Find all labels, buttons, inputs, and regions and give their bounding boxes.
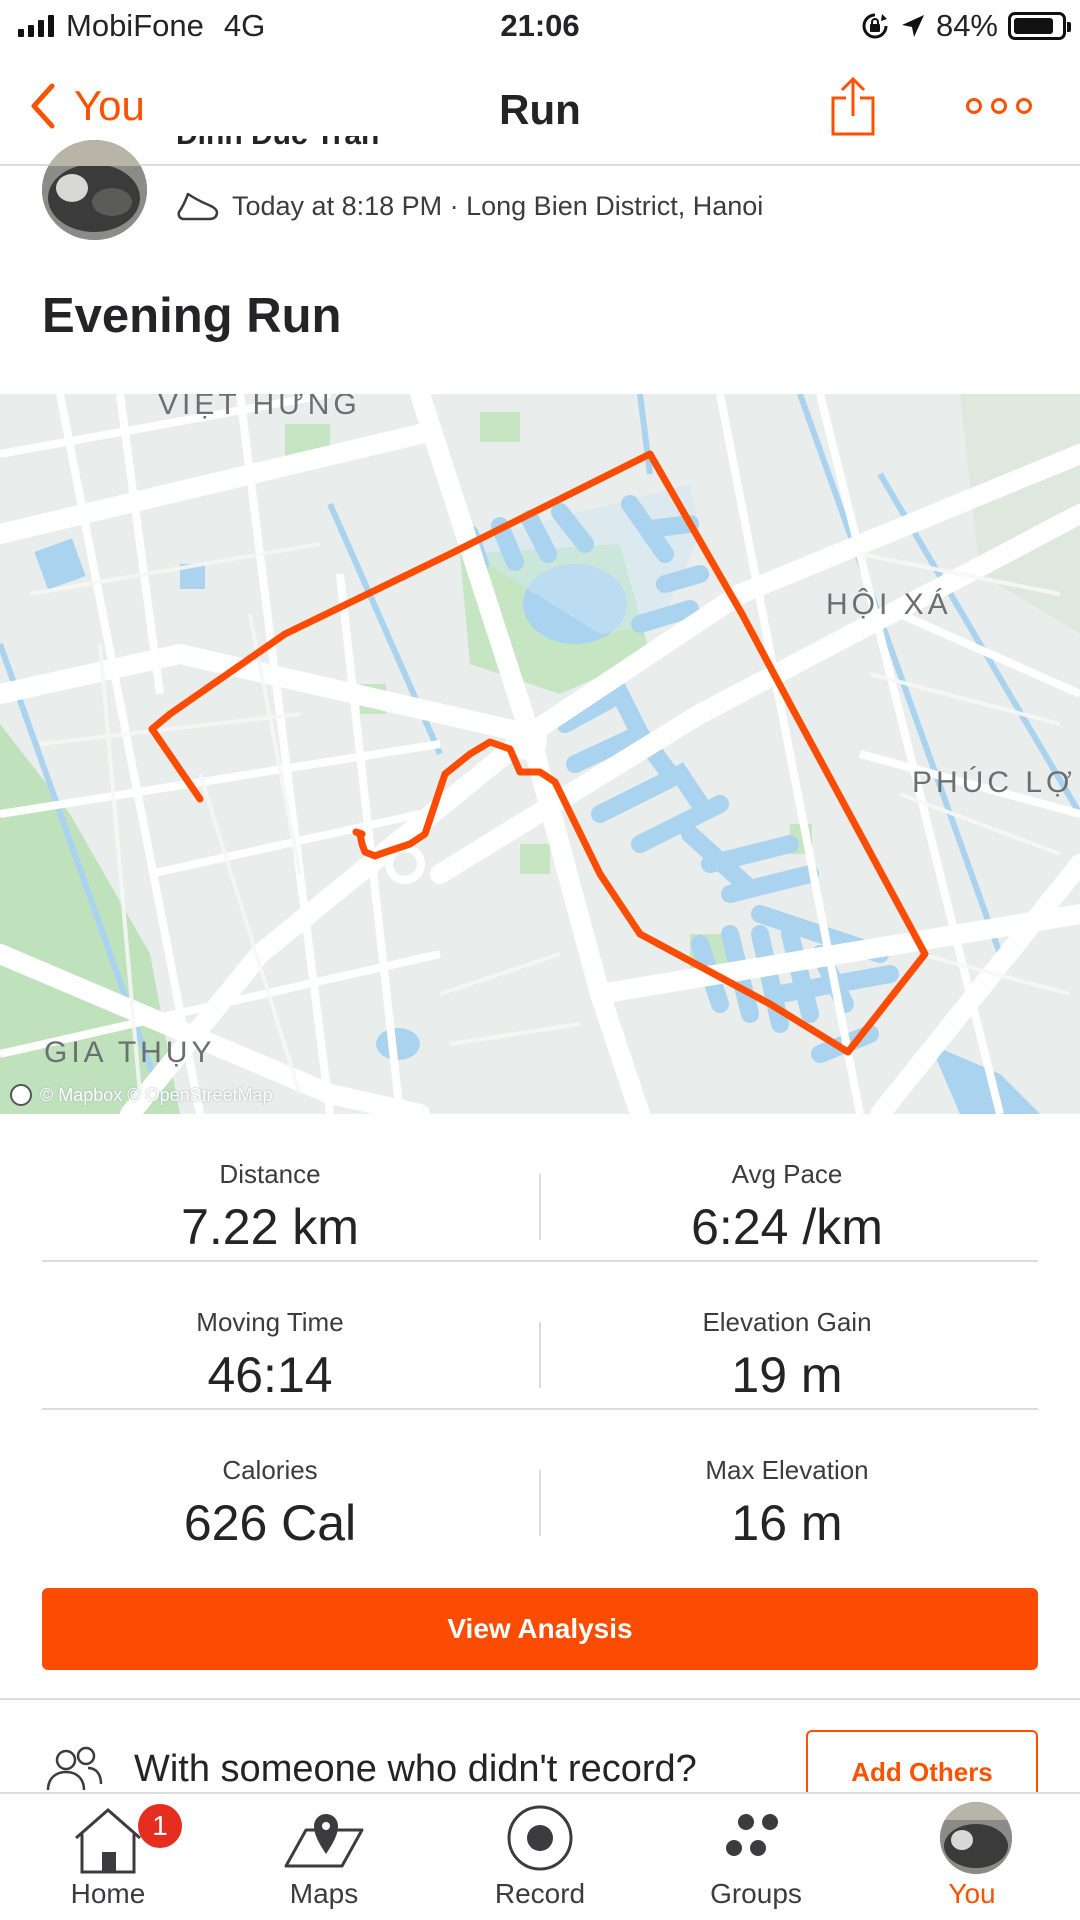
route-map[interactable]: VIỆT HƯNG HỘI XÁ PHÚC LỢ GIA THỤY © Mapb… <box>0 394 1080 1114</box>
share-icon <box>831 76 875 136</box>
tab-groups[interactable]: Groups <box>648 1794 864 1920</box>
status-right: 84% <box>860 8 1071 44</box>
orientation-lock-icon <box>862 13 888 39</box>
stats-grid: Distance 7.22 km Avg Pace 6:24 /km Movin… <box>42 1114 1038 1558</box>
more-icon <box>966 98 982 114</box>
stat-divider <box>539 1470 541 1536</box>
battery-icon <box>1008 12 1071 40</box>
stat-label: Avg Pace <box>731 1159 843 1189</box>
shoe-icon <box>177 192 219 221</box>
stat-value: 626 Cal <box>183 1495 357 1551</box>
notification-badge: 1 <box>138 1804 182 1848</box>
stat-label: Moving Time <box>196 1307 344 1337</box>
stat-label: Elevation Gain <box>702 1307 872 1337</box>
tab-maps[interactable]: Maps <box>216 1794 432 1920</box>
nav-bar: You Run <box>0 54 1080 166</box>
tab-home[interactable]: 1 Home <box>0 1794 216 1920</box>
athlete-avatar[interactable] <box>42 140 147 240</box>
stat-value: 19 m <box>731 1347 843 1403</box>
map-canvas <box>0 394 1080 1114</box>
stat-label: Calories <box>222 1455 318 1485</box>
groups-icon <box>726 1814 778 1856</box>
stat-calories: Calories 626 Cal <box>0 1410 540 1552</box>
activity-meta-text: Today at 8:18 PM · Long Bien District, H… <box>232 190 764 221</box>
map-attribution[interactable]: © Mapbox © OpenStreetMap <box>10 1084 273 1106</box>
stat-divider <box>539 1322 541 1388</box>
share-button[interactable] <box>828 76 878 143</box>
with-someone-prompt: With someone who didn't record? <box>134 1748 697 1790</box>
view-analysis-button[interactable]: View Analysis <box>42 1588 1038 1670</box>
tab-label: Groups <box>710 1878 802 1909</box>
map-label-gia-thuy: GIA THỤY <box>44 1036 216 1069</box>
status-bar: MobiFone 4G 21:06 84% <box>0 0 1080 54</box>
avatar <box>940 1802 1012 1874</box>
stat-distance: Distance 7.22 km <box>0 1114 540 1256</box>
activity-meta: Today at 8:18 PM · Long Bien District, H… <box>176 190 763 222</box>
map-label-viet-hung: VIỆT HƯNG <box>158 394 361 421</box>
athlete-name[interactable]: Dinh Duc Tran <box>176 136 379 170</box>
stat-avg-pace: Avg Pace 6:24 /km <box>542 1114 1032 1256</box>
mapbox-logo-icon <box>10 1084 32 1106</box>
map-label-phuc-loi: PHÚC LỢ <box>912 766 1076 799</box>
tab-label: Maps <box>289 1878 359 1909</box>
page-title: Run <box>499 86 581 133</box>
add-others-row: With someone who didn't record? Add Othe… <box>0 1700 1080 1792</box>
stat-value: 46:14 <box>207 1347 333 1403</box>
record-icon <box>507 1805 573 1871</box>
stats-row-2: Moving Time 46:14 Elevation Gain 19 m <box>42 1262 1038 1410</box>
stat-divider <box>539 1174 541 1240</box>
stat-label: Max Elevation <box>705 1455 869 1485</box>
stat-value: 16 m <box>731 1495 843 1551</box>
stat-elevation-gain: Elevation Gain 19 m <box>542 1262 1032 1404</box>
more-button[interactable] <box>966 98 1032 114</box>
stats-row-1: Distance 7.22 km Avg Pace 6:24 /km <box>42 1114 1038 1262</box>
location-arrow-icon <box>901 15 924 37</box>
tab-label: You <box>948 1878 996 1909</box>
stat-max-elevation: Max Elevation 16 m <box>542 1410 1032 1552</box>
map-pin-icon <box>284 1814 364 1868</box>
tab-label: Home <box>70 1878 146 1909</box>
tab-label: Record <box>494 1878 586 1909</box>
map-attribution-text: © Mapbox © OpenStreetMap <box>40 1084 273 1105</box>
stat-value: 6:24 /km <box>691 1199 883 1255</box>
stat-label: Distance <box>219 1159 321 1189</box>
people-icon <box>46 1746 103 1791</box>
tab-bar: 1 Home Maps Record Groups You <box>0 1792 1080 1920</box>
map-label-hoi-xa: HỘI XÁ <box>826 588 952 621</box>
stat-value: 7.22 km <box>181 1199 359 1255</box>
activity-title: Evening Run <box>42 289 342 343</box>
stats-row-3: Calories 626 Cal Max Elevation 16 m <box>42 1410 1038 1558</box>
add-others-button[interactable]: Add Others <box>806 1730 1038 1792</box>
tab-you[interactable]: You <box>864 1794 1080 1920</box>
stat-moving-time: Moving Time 46:14 <box>0 1262 540 1404</box>
home-icon <box>75 1808 141 1874</box>
tab-record[interactable]: Record <box>432 1794 648 1920</box>
battery-percent: 84% <box>935 8 998 43</box>
